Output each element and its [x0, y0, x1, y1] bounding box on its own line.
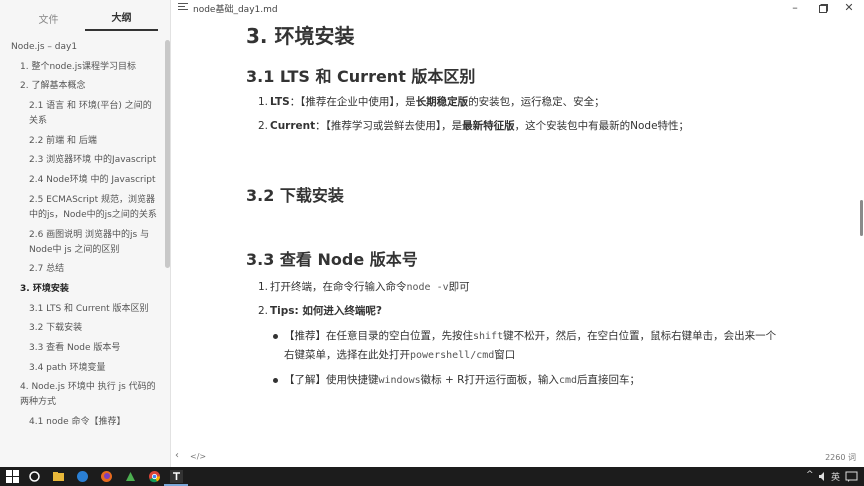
sidebar-tabs: 文件 大纲 — [0, 0, 170, 31]
back-icon[interactable]: ‹ — [175, 450, 179, 461]
outline-item[interactable]: 3.4 path 环境变量 — [0, 361, 164, 376]
outline-item[interactable]: 2.5 ECMAScript 规范，浏览器中的js，Node中的js之间的关系 — [0, 193, 164, 223]
lts-bold: 长期稳定版 — [415, 96, 469, 108]
lts-text-end: 的安装包，运行稳定、安全； — [468, 96, 605, 108]
bullet2-text: 【了解】使用快捷键 — [284, 374, 379, 386]
editor-scrollbar[interactable] — [860, 200, 863, 236]
source-code-toggle[interactable]: </> — [190, 452, 206, 461]
firefox-icon[interactable] — [100, 470, 113, 483]
app-green-icon[interactable] — [124, 470, 137, 483]
tips-label: Tips: 如何进入终端呢? — [270, 305, 382, 317]
bullet1-text: 【推荐】在任意目录的空白位置，先按住 — [284, 330, 473, 342]
minimize-button[interactable]: – — [781, 0, 809, 17]
current-bold: 最新特征版 — [462, 120, 515, 132]
outline-item[interactable]: 2.4 Node环境 中的 Javascript — [0, 173, 164, 188]
close-button[interactable]: ✕ — [835, 0, 863, 17]
outline-item[interactable]: 1. 整个node.js课程学习目标 — [0, 60, 164, 75]
sidebar: 文件 大纲 Node.js – day1 1. 整个node.js课程学习目标 2.… — [0, 0, 171, 467]
typora-app-icon[interactable] — [170, 470, 183, 483]
tab-files[interactable]: 文件 — [12, 11, 85, 31]
heading-node-version: 3.3 查看 Node 版本号 — [246, 250, 418, 269]
chrome-icon[interactable] — [148, 470, 161, 483]
tray-chevron-icon[interactable]: ^ — [806, 470, 814, 480]
outline-item[interactable]: 3.2 下载安装 — [0, 321, 164, 336]
code-node-v: node -v — [406, 282, 449, 293]
tab-outline[interactable]: 大纲 — [85, 9, 158, 31]
outline-item[interactable]: 3.1 LTS 和 Current 版本区别 — [0, 302, 164, 317]
list-item-step1: 1. 打开终端，在命令行输入命令node -v即可 — [258, 281, 470, 293]
outline-list: Node.js – day1 1. 整个node.js课程学习目标 2. 了解基本概… — [0, 40, 164, 435]
bullet2-text-mid: 徽标 + R打开运行面板，输入 — [420, 374, 559, 386]
outline-item[interactable]: 2.1 语言 和 环境(平台) 之间的关系 — [0, 99, 164, 129]
windows-start-icon[interactable] — [6, 470, 19, 483]
bullet1-text-end: 窗口 — [494, 349, 516, 361]
maximize-button[interactable] — [809, 0, 837, 17]
outline-item[interactable]: 4.1 node 命令【推荐】 — [0, 415, 164, 430]
code-shift: shift — [473, 331, 504, 342]
outline-item[interactable]: 2.7 总结 — [0, 262, 164, 277]
outline-item[interactable]: 3.3 查看 Node 版本号 — [0, 341, 164, 356]
lts-label: LTS — [270, 96, 290, 108]
sidebar-scrollbar[interactable] — [165, 40, 170, 268]
lts-text: ：【推荐在企业中使用】，是 — [289, 96, 416, 108]
outline-item[interactable]: 3. 环境安装 — [0, 282, 164, 297]
bullet2-text-end: 后直接回车； — [577, 374, 640, 386]
heading-install: 3. 环境安装 — [246, 24, 355, 48]
outline-item[interactable]: 2.3 浏览器环境 中的Javascript — [0, 153, 164, 168]
outline-item[interactable]: 2.2 前端 和 后端 — [0, 134, 164, 149]
bullet-recommended: 【推荐】在任意目录的空白位置，先按住shift键不松开，然后，在空白位置，鼠标右… — [273, 327, 784, 365]
outline-item[interactable]: Node.js – day1 — [0, 40, 164, 55]
bullet-dot — [273, 378, 278, 383]
ime-indicator[interactable]: 英 — [831, 470, 840, 483]
heading-lts-current: 3.1 LTS 和 Current 版本区别 — [246, 67, 476, 86]
step1-text-end: 即可 — [448, 281, 470, 293]
code-powershell: powershell/cmd — [410, 350, 495, 361]
notification-icon[interactable] — [845, 470, 858, 483]
step1-text: 打开终端，在命令行输入命令 — [270, 281, 407, 293]
title-bar: node基础_day1.md – ✕ — [171, 0, 864, 17]
windows-taskbar: ^ 英 — [0, 467, 864, 486]
outline-item[interactable]: 2.6 画图说明 浏览器中的js 与Node中 js 之间的区别 — [0, 228, 164, 258]
word-count[interactable]: 2260 词 — [825, 452, 856, 463]
bullet-shortcut: 【了解】使用快捷键windows徽标 + R打开运行面板，输入cmd后直接回车； — [273, 371, 784, 390]
current-label: Current — [270, 120, 316, 132]
outline-item[interactable]: 2. 了解基本概念 — [0, 79, 164, 94]
typora-window: 文件 大纲 Node.js – day1 1. 整个node.js课程学习目标 2.… — [0, 0, 864, 467]
list-item-tips: 2. Tips: 如何进入终端呢? — [258, 305, 382, 317]
volume-icon[interactable] — [818, 470, 828, 483]
app-blue-icon[interactable] — [76, 470, 89, 483]
code-cmd: cmd — [558, 375, 577, 386]
current-text: ：【推荐学习或尝鲜去使用】，是 — [315, 120, 463, 132]
restore-icon — [818, 4, 828, 13]
list-item-lts: 1. LTS：【推荐在企业中使用】，是长期稳定版的安装包，运行稳定、安全； — [258, 96, 605, 108]
code-windows: windows — [378, 375, 421, 386]
outline-item[interactable]: 4. Node.js 环境中 执行 js 代码的两种方式 — [0, 380, 164, 410]
menu-icon[interactable] — [178, 3, 188, 13]
editor-content[interactable]: 3. 环境安装 3.1 LTS 和 Current 版本区别 1. LTS：【推荐… — [171, 17, 851, 447]
status-bar: ‹ </> 2260 词 — [171, 447, 864, 467]
heading-download: 3.2 下载安装 — [246, 186, 344, 205]
list-item-current: 2. Current：【推荐学习或尝鲜去使用】，是最新特征版，这个安装包中有最新的… — [258, 120, 690, 132]
search-icon[interactable] — [28, 470, 41, 483]
bullet-dot — [273, 334, 278, 339]
current-text-end: ，这个安装包中有最新的Node特性； — [514, 120, 690, 132]
document-title: node基础_day1.md — [193, 5, 278, 15]
file-explorer-icon[interactable] — [52, 470, 65, 483]
